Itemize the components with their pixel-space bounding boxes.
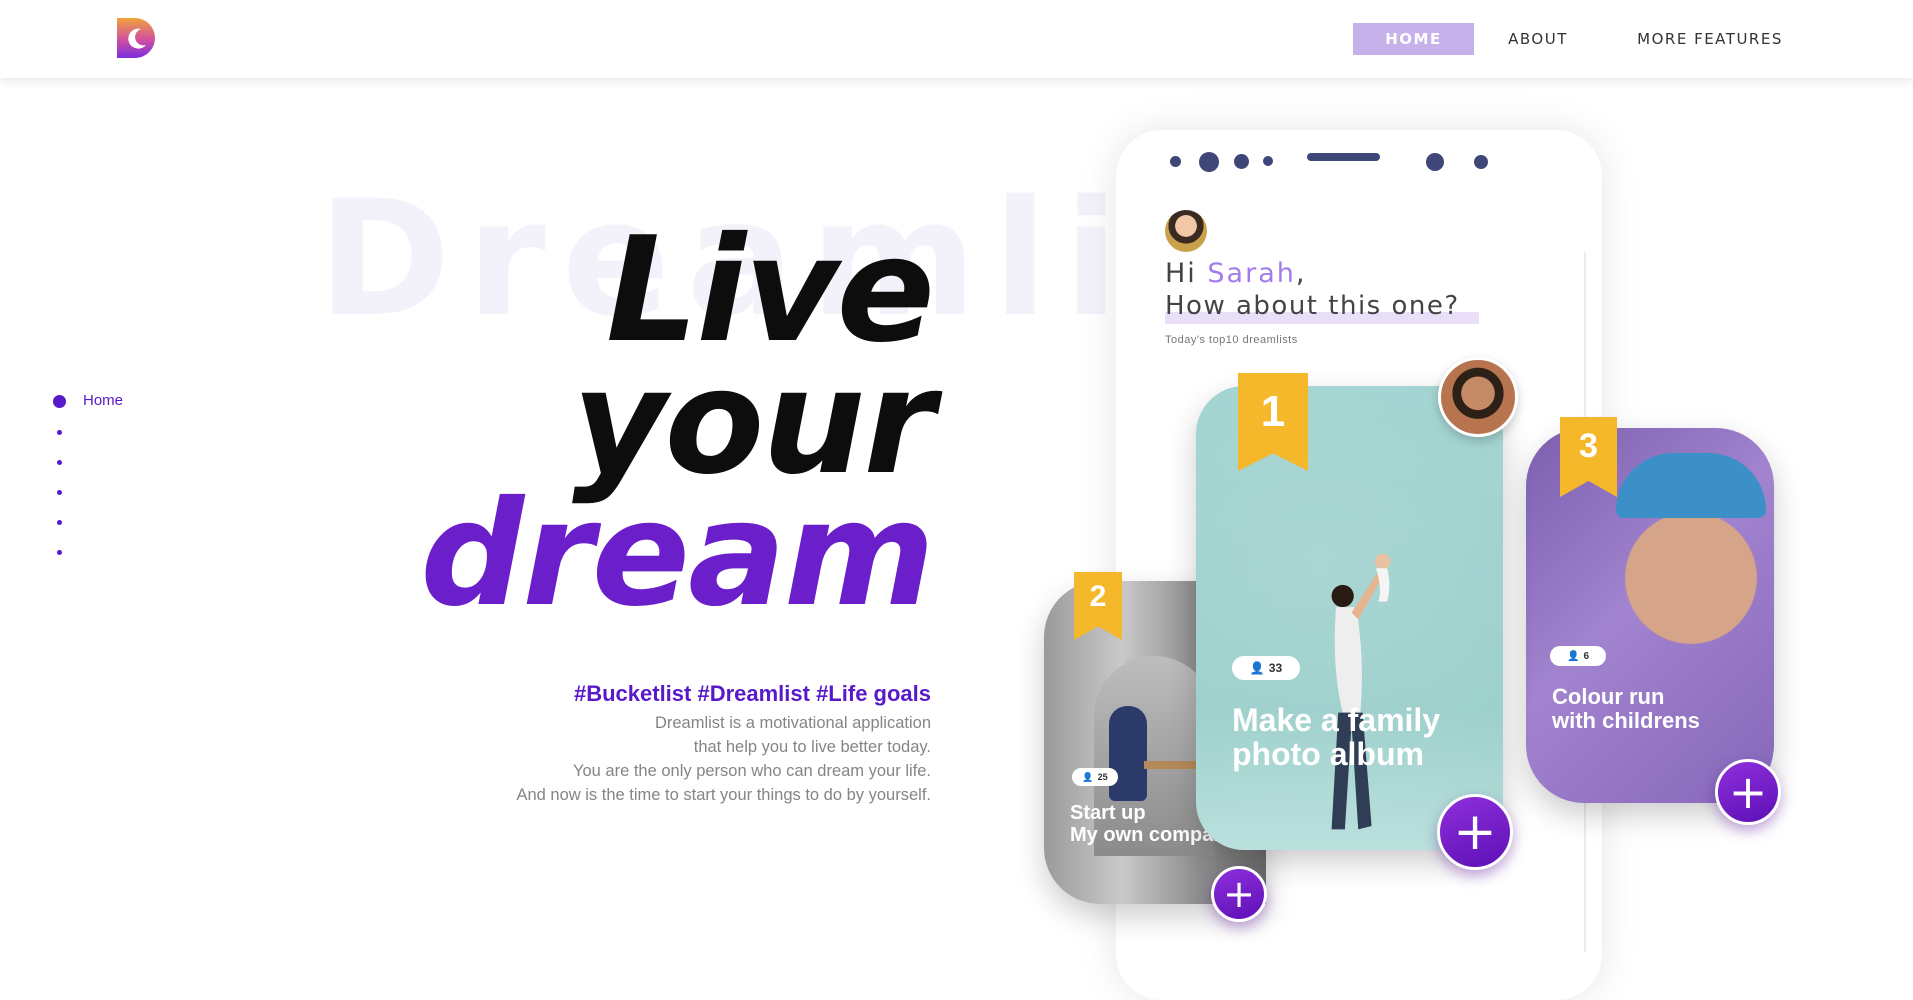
- card-title-line: Make a family: [1232, 702, 1441, 738]
- section-dot[interactable]: [57, 550, 62, 555]
- camera-dot: [1170, 156, 1181, 167]
- card-title-line: with childrens: [1552, 708, 1700, 733]
- hashtags: #Bucketlist #Dreamlist #Life goals: [573, 681, 931, 706]
- greeting-comma: ,: [1295, 258, 1307, 289]
- greeting-hi: Hi: [1165, 258, 1197, 289]
- camera-dot: [1474, 155, 1488, 169]
- speaker-bar: [1307, 153, 1380, 161]
- person-icon: 👤: [1082, 771, 1094, 782]
- nav-about[interactable]: ABOUT: [1497, 23, 1579, 55]
- count-value: 25: [1097, 772, 1108, 782]
- card-photo-cap: [1616, 453, 1766, 518]
- creator-avatar[interactable]: [1438, 357, 1518, 437]
- section-dot[interactable]: [57, 490, 62, 495]
- description-line: You are the only person who can dream yo…: [572, 762, 931, 780]
- card-photo-woman: [1331, 553, 1391, 830]
- card-title: Make a family photo album: [1232, 704, 1440, 770]
- participant-count: 👤 25: [1072, 768, 1118, 786]
- add-dream-button[interactable]: +: [1437, 794, 1513, 870]
- greeting-line: Hi Sarah,: [1165, 258, 1306, 289]
- add-dream-button[interactable]: +: [1211, 866, 1267, 922]
- description-line: that help you to live better today.: [693, 738, 931, 756]
- person-icon: 👤: [1566, 650, 1580, 662]
- section-dot-home[interactable]: [53, 395, 66, 408]
- camera-dot: [1426, 153, 1444, 171]
- user-avatar[interactable]: [1165, 210, 1207, 252]
- count-value: 6: [1583, 650, 1589, 662]
- description-line: And now is the time to start your things…: [516, 786, 931, 804]
- plus-icon: +: [1453, 802, 1497, 862]
- add-dream-button[interactable]: +: [1715, 759, 1781, 825]
- rank-number: 1: [1260, 387, 1286, 436]
- card-title-line: photo album: [1232, 736, 1424, 772]
- rank-number: 2: [1089, 580, 1107, 613]
- card-title-line: Colour run: [1552, 684, 1665, 709]
- camera-dot: [1234, 154, 1249, 169]
- headline-dream: dream: [420, 470, 935, 639]
- hero-description: Dreamlist is a motivational application …: [516, 711, 931, 807]
- count-value: 33: [1268, 661, 1283, 675]
- nav-more-features[interactable]: MORE FEATURES: [1630, 23, 1790, 55]
- nav-home[interactable]: HOME: [1353, 23, 1474, 55]
- hero-headline: Live your dream: [420, 218, 935, 639]
- camera-dot: [1263, 156, 1273, 166]
- greeting-name: Sarah: [1207, 258, 1296, 289]
- phone-subtitle: Today's top10 dreamlists: [1165, 334, 1298, 346]
- top-header: HOME ABOUT MORE FEATURES: [0, 0, 1913, 78]
- participant-count: 👤 6: [1550, 646, 1606, 666]
- rank-number: 3: [1579, 427, 1598, 465]
- participant-count: 👤 33: [1232, 656, 1300, 680]
- section-dot-label[interactable]: Home: [83, 392, 123, 409]
- section-dot[interactable]: [57, 430, 62, 435]
- greeting-question: How about this one?: [1165, 291, 1460, 321]
- person-icon: 👤: [1249, 661, 1265, 675]
- card-photo-face: [1621, 488, 1761, 688]
- card-photo-person: [1109, 706, 1147, 801]
- moon-logo-icon[interactable]: [115, 16, 157, 58]
- section-dot[interactable]: [57, 460, 62, 465]
- section-dot[interactable]: [57, 520, 62, 525]
- plus-icon: +: [1728, 765, 1768, 819]
- plus-icon: +: [1223, 872, 1255, 916]
- card-title: Colour run with childrens: [1552, 686, 1700, 732]
- camera-dot: [1199, 152, 1219, 172]
- description-line: Dreamlist is a motivational application: [654, 714, 931, 732]
